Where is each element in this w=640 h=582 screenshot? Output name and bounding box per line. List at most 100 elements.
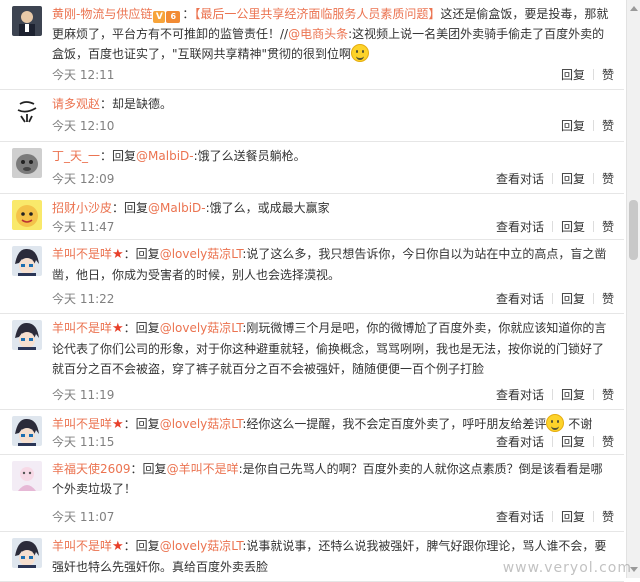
view-conversation-button[interactable]: 查看对话	[496, 388, 544, 402]
reply-button[interactable]: 回复	[561, 292, 585, 306]
comment-item: 丁_天_一：回复@MalbiD-:饿了么送餐员躺枪。今天 12:09 查看对话 回复…	[0, 142, 624, 194]
view-conversation-button[interactable]: 查看对话	[496, 292, 544, 306]
username-link[interactable]: 羊叫不是咩	[52, 417, 112, 431]
avatar[interactable]	[12, 461, 42, 491]
comment-content: :饿了么送餐员躺枪。	[193, 149, 306, 163]
timestamp: 今天 11:19	[52, 388, 115, 402]
timestamp: 今天 11:15	[52, 435, 115, 449]
mention-link[interactable]: @lovely菇凉LT	[160, 417, 243, 431]
mention-link[interactable]: @lovely菇凉LT	[160, 321, 243, 335]
avatar[interactable]	[12, 200, 42, 230]
comment-text: 丁_天_一：回复@MalbiD-:饿了么送餐员躺枪。	[52, 146, 614, 166]
action-divider	[551, 221, 553, 232]
username-link[interactable]: 请多观赵	[52, 97, 100, 111]
comment-meta: 今天 11:22 查看对话 回复 赞	[52, 290, 614, 308]
like-button[interactable]: 赞	[602, 292, 614, 306]
star-badge-icon: ★	[112, 417, 124, 432]
level-badge-icon: 6	[166, 11, 181, 23]
username-link[interactable]: 羊叫不是咩	[52, 539, 112, 553]
grin-emoji-icon	[351, 44, 370, 62]
comment-meta: 今天 11:47 查看对话 回复 赞	[52, 218, 614, 236]
avatar[interactable]	[12, 96, 42, 126]
avatar[interactable]	[12, 320, 42, 350]
avatar[interactable]	[12, 148, 42, 178]
verified-badge-icon: V	[153, 11, 166, 23]
reply-button[interactable]: 回复	[561, 435, 585, 449]
username-link[interactable]: 丁_天_一	[52, 149, 100, 163]
comment-content: :饿了么，或成最大赢家	[205, 201, 330, 215]
comment-content: ：回复	[123, 417, 160, 431]
username-link[interactable]: 幸福天使2609	[52, 462, 131, 476]
username-link[interactable]: 羊叫不是咩	[52, 321, 112, 335]
mention-link[interactable]: @电商头条	[288, 27, 348, 41]
comment-meta: 今天 12:09 查看对话 回复 赞	[52, 170, 614, 188]
avatar[interactable]	[12, 6, 42, 36]
timestamp: 今天 12:10	[52, 119, 115, 133]
mention-link[interactable]: @MalbiD-	[148, 201, 206, 215]
username-link[interactable]: 招财小沙皮	[52, 201, 112, 215]
comment-content: :经你这么一提醒，我不会定百度外卖了，呼吁朋友给差评	[242, 417, 547, 431]
comment-item: 幸福天使2609：回复@羊叫不是咩:是你自己先骂人的啊？百度外卖的人就你这点素质…	[0, 455, 624, 532]
reply-button[interactable]: 回复	[561, 68, 585, 82]
like-button[interactable]: 赞	[602, 119, 614, 133]
action-divider	[592, 389, 594, 400]
comment-meta: 今天 12:10 回复 赞	[52, 117, 614, 135]
action-divider	[551, 173, 553, 184]
action-divider	[592, 69, 594, 80]
comment-text: 羊叫不是咩★：回复@lovely菇凉LT:说了这么多，我只想告诉你，今日你自以为…	[52, 244, 614, 285]
comment-text: 幸福天使2609：回复@羊叫不是咩:是你自己先骂人的啊？百度外卖的人就你这点素质…	[52, 459, 614, 499]
mention-link[interactable]: @lovely菇凉LT	[160, 247, 243, 261]
reply-button[interactable]: 回复	[561, 220, 585, 234]
like-button[interactable]: 赞	[602, 510, 614, 524]
comment-list: 黄刚-物流与供应链 V 6 ：【最后一公里共享经济面临服务人员素质问题】这还是偷盒饭，…	[0, 0, 640, 582]
like-button[interactable]: 赞	[602, 172, 614, 186]
username-link[interactable]: 羊叫不是咩	[52, 247, 112, 261]
comment-content: 【最后一公里共享经济面临服务人员素质问题】	[194, 7, 441, 21]
star-badge-icon: ★	[112, 247, 124, 262]
comment-text: 招财小沙皮：回复@MalbiD-:饿了么，或成最大赢家	[52, 198, 614, 218]
avatar[interactable]	[12, 416, 42, 446]
mention-link[interactable]: @MalbiD-	[136, 149, 194, 163]
view-conversation-button[interactable]: 查看对话	[496, 435, 544, 449]
comment-item: 黄刚-物流与供应链 V 6 ：【最后一公里共享经济面临服务人员素质问题】这还是偷盒饭，…	[0, 0, 624, 90]
scroll-thumb[interactable]	[629, 200, 638, 260]
action-divider	[551, 436, 553, 447]
comment-meta: 今天 11:07 查看对话 回复 赞	[52, 508, 614, 526]
comment-content: 不谢	[564, 417, 593, 431]
watermark: www.veryol.com	[502, 560, 632, 576]
scroll-up-arrow-icon[interactable]	[630, 6, 638, 11]
comment-content: ：回复	[130, 462, 167, 476]
like-button[interactable]: 赞	[602, 388, 614, 402]
comment-content: ：	[182, 7, 195, 21]
like-button[interactable]: 赞	[602, 220, 614, 234]
action-divider	[551, 511, 553, 522]
comment-meta: 今天 12:11 回复 赞	[52, 66, 614, 84]
avatar[interactable]	[12, 246, 42, 276]
view-conversation-button[interactable]: 查看对话	[496, 220, 544, 234]
timestamp: 今天 12:11	[52, 68, 115, 82]
reply-button[interactable]: 回复	[561, 510, 585, 524]
reply-button[interactable]: 回复	[561, 388, 585, 402]
star-badge-icon: ★	[112, 539, 124, 554]
comment-content: ：回复	[123, 321, 160, 335]
like-button[interactable]: 赞	[602, 68, 614, 82]
reply-button[interactable]: 回复	[561, 172, 585, 186]
vertical-scrollbar[interactable]	[626, 0, 640, 578]
timestamp: 今天 12:09	[52, 172, 115, 186]
mention-link[interactable]: @羊叫不是咩	[167, 462, 239, 476]
timestamp: 今天 11:22	[52, 292, 115, 306]
avatar[interactable]	[12, 538, 42, 568]
action-divider	[592, 173, 594, 184]
mention-link[interactable]: @lovely菇凉LT	[160, 539, 243, 553]
like-button[interactable]: 赞	[602, 435, 614, 449]
star-badge-icon: ★	[112, 321, 124, 336]
comment-item: 羊叫不是咩★：回复@lovely菇凉LT:刚玩微博三个月是吧，你的微博尬了百度外…	[0, 314, 624, 410]
comment-content: ：回复	[123, 247, 160, 261]
view-conversation-button[interactable]: 查看对话	[496, 510, 544, 524]
username-link[interactable]: 黄刚-物流与供应链	[52, 7, 152, 21]
comment-content: ：回复	[123, 539, 160, 553]
action-divider	[592, 293, 594, 304]
comment-item: 羊叫不是咩★：回复@lovely菇凉LT:经你这么一提醒，我不会定百度外卖了，呼…	[0, 410, 624, 455]
view-conversation-button[interactable]: 查看对话	[496, 172, 544, 186]
reply-button[interactable]: 回复	[561, 119, 585, 133]
